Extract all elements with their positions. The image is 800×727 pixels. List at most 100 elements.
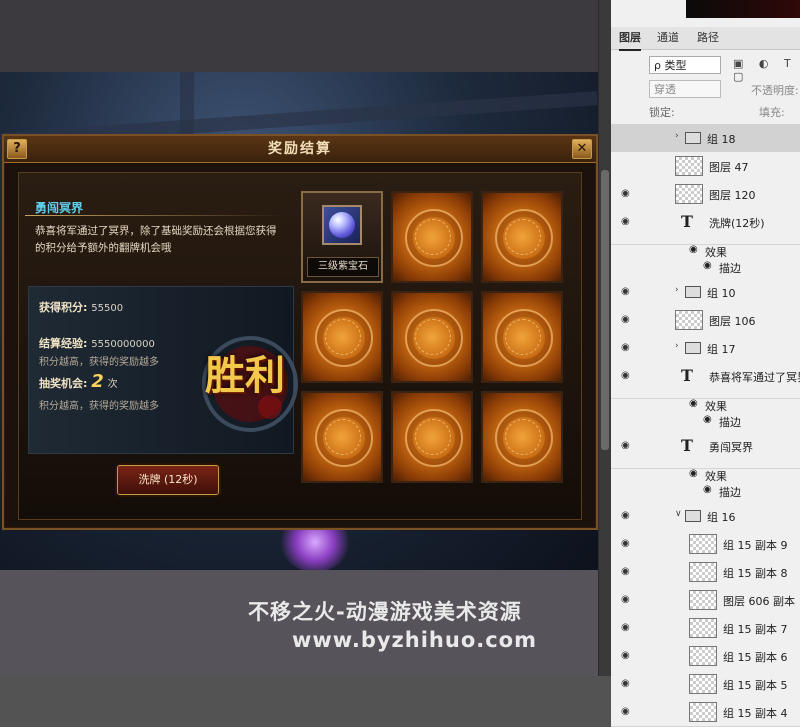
exp-row: 结算经验: 5550000000 bbox=[39, 335, 155, 351]
stroke-effect-label: 描边 bbox=[719, 262, 741, 275]
visibility-eye-icon[interactable]: ◉ bbox=[621, 594, 630, 605]
folder-icon bbox=[685, 132, 701, 144]
scroll-thumb[interactable] bbox=[601, 170, 609, 450]
card-back[interactable] bbox=[481, 291, 563, 383]
chevron-right-icon[interactable]: › bbox=[675, 341, 679, 351]
layer-name: 洗牌(12秒) bbox=[709, 217, 765, 230]
reward-card-revealed[interactable]: 三级紫宝石 bbox=[301, 191, 383, 283]
layer-row[interactable]: ◉ T 恭喜将军通过了冥界 bbox=[611, 362, 800, 399]
layer-row[interactable]: ◉ ∨ 组 16 bbox=[611, 502, 800, 531]
layer-row[interactable]: ◉ 组 15 副本 7 bbox=[611, 614, 800, 643]
stroke-effect-row[interactable]: ◉ 描边 bbox=[611, 260, 800, 276]
layer-row[interactable]: ◉ 组 15 副本 9 bbox=[611, 530, 800, 559]
layer-name: 组 15 副本 9 bbox=[723, 539, 788, 552]
effects-label: 效果 bbox=[705, 400, 727, 413]
visibility-eye-icon[interactable]: ◉ bbox=[621, 314, 630, 325]
dialog-content: 勇闯冥界 恭喜将军通过了冥界，除了基础奖励还会根据您获得的积分给予额外的翻牌机会… bbox=[18, 172, 582, 520]
close-button[interactable]: ✕ bbox=[572, 139, 592, 159]
layer-row[interactable]: ◉ 图层 120 bbox=[611, 180, 800, 209]
tab-layers[interactable]: 图层 bbox=[619, 27, 641, 51]
layer-row[interactable]: ◉ T 洗牌(12秒) bbox=[611, 208, 800, 245]
layer-name: 组 15 副本 8 bbox=[723, 567, 788, 580]
card-back[interactable] bbox=[391, 391, 473, 483]
chevron-right-icon[interactable]: › bbox=[675, 285, 679, 295]
layer-name: 勇闯冥界 bbox=[709, 441, 753, 454]
chance-label: 抽奖机会: bbox=[39, 377, 88, 390]
layer-effects-row[interactable]: ◉ 效果 bbox=[611, 244, 800, 260]
layer-row[interactable]: ◉ › 组 17 bbox=[611, 334, 800, 363]
layer-row[interactable]: ◉ 图层 106 bbox=[611, 306, 800, 335]
visibility-eye-icon[interactable]: ◉ bbox=[621, 216, 630, 227]
dialog-title: 奖励结算 bbox=[268, 141, 332, 157]
info-panel: 勇闯冥界 恭喜将军通过了冥界，除了基础奖励还会根据您获得的积分给予额外的翻牌机会… bbox=[25, 179, 298, 513]
layer-name: 组 15 副本 5 bbox=[723, 679, 788, 692]
tab-channels[interactable]: 通道 bbox=[657, 27, 679, 49]
filter-icons[interactable]: ▣ ◐ T ▢ bbox=[733, 57, 800, 83]
layer-row[interactable]: ◉ 组 15 副本 8 bbox=[611, 558, 800, 587]
layer-name: 图层 47 bbox=[709, 161, 749, 174]
layer-thumbnail bbox=[675, 156, 703, 176]
layer-row[interactable]: ◉ 组 15 副本 4 bbox=[611, 698, 800, 727]
visibility-eye-icon[interactable]: ◉ bbox=[621, 510, 630, 521]
panel-tabs: 图层 通道 路径 bbox=[611, 27, 800, 51]
card-back[interactable] bbox=[301, 391, 383, 483]
visibility-eye-icon[interactable]: ◉ bbox=[621, 440, 630, 451]
visibility-eye-icon[interactable]: ◉ bbox=[621, 678, 630, 689]
visibility-eye-icon[interactable]: ◉ bbox=[621, 286, 630, 297]
tab-paths[interactable]: 路径 bbox=[697, 27, 719, 49]
layer-thumbnail bbox=[689, 618, 717, 638]
layer-name: 组 15 副本 7 bbox=[723, 623, 788, 636]
canvas-scrollbar[interactable] bbox=[598, 0, 611, 676]
visibility-eye-icon[interactable]: ◉ bbox=[689, 398, 698, 409]
layer-thumbnail bbox=[689, 534, 717, 554]
layer-name: 组 17 bbox=[707, 343, 736, 356]
watermark-title: 不移之火-动漫游戏美术资源 bbox=[248, 600, 522, 624]
score-label: 获得积分: bbox=[39, 301, 88, 314]
visibility-eye-icon[interactable]: ◉ bbox=[621, 538, 630, 549]
layer-name: 组 15 副本 6 bbox=[723, 651, 788, 664]
visibility-eye-icon[interactable]: ◉ bbox=[689, 244, 698, 255]
text-layer-icon: T bbox=[681, 436, 693, 455]
shuffle-button[interactable]: 洗牌 (12秒) bbox=[117, 465, 219, 495]
chance-row: 抽奖机会: 2 次 bbox=[39, 371, 118, 392]
card-back[interactable] bbox=[481, 191, 563, 283]
visibility-eye-icon[interactable]: ◉ bbox=[621, 622, 630, 633]
visibility-eye-icon[interactable]: ◉ bbox=[703, 260, 712, 271]
layer-thumbnail bbox=[689, 590, 717, 610]
chevron-down-icon[interactable]: ∨ bbox=[675, 509, 682, 519]
text-layer-icon: T bbox=[681, 212, 693, 231]
card-back[interactable] bbox=[391, 191, 473, 283]
card-back[interactable] bbox=[391, 291, 473, 383]
layer-name: 图层 120 bbox=[709, 189, 756, 202]
blend-mode-select[interactable]: 穿透 bbox=[649, 80, 721, 98]
layer-row[interactable]: ◉ › 组 10 bbox=[611, 278, 800, 307]
help-button[interactable]: ? bbox=[7, 139, 27, 159]
layer-effects-row[interactable]: ◉ 效果 bbox=[611, 398, 800, 414]
card-back[interactable] bbox=[481, 391, 563, 483]
visibility-eye-icon[interactable]: ◉ bbox=[621, 370, 630, 381]
visibility-eye-icon[interactable]: ◉ bbox=[689, 468, 698, 479]
card-back[interactable] bbox=[301, 291, 383, 383]
stroke-effect-row[interactable]: ◉ 描边 bbox=[611, 484, 800, 500]
layer-row[interactable]: ◉ 组 15 副本 6 bbox=[611, 642, 800, 671]
visibility-eye-icon[interactable]: ◉ bbox=[621, 566, 630, 577]
chance-note: 积分越高，获得的奖励越多 bbox=[39, 401, 159, 412]
chevron-right-icon[interactable]: › bbox=[675, 131, 679, 141]
visibility-eye-icon[interactable]: ◉ bbox=[621, 342, 630, 353]
lock-label: 锁定: bbox=[649, 106, 675, 119]
layer-row[interactable]: 图层 47 bbox=[611, 152, 800, 181]
visibility-eye-icon[interactable]: ◉ bbox=[703, 414, 712, 425]
layer-effects-row[interactable]: ◉ 效果 bbox=[611, 468, 800, 484]
layer-row[interactable]: ◉ 图层 606 副本 bbox=[611, 586, 800, 615]
visibility-eye-icon[interactable]: ◉ bbox=[703, 484, 712, 495]
layer-row[interactable]: ◉ T 勇闯冥界 bbox=[611, 432, 800, 469]
fill-label: 填充: bbox=[759, 106, 785, 119]
visibility-eye-icon[interactable]: ◉ bbox=[621, 706, 630, 717]
layer-filter-select[interactable]: ρ 类型 bbox=[649, 56, 721, 74]
stroke-effect-row[interactable]: ◉ 描边 bbox=[611, 414, 800, 430]
layer-row[interactable]: › 组 18 bbox=[611, 124, 800, 153]
visibility-eye-icon[interactable]: ◉ bbox=[621, 188, 630, 199]
visibility-eye-icon[interactable]: ◉ bbox=[621, 650, 630, 661]
layer-row[interactable]: ◉ 组 15 副本 5 bbox=[611, 670, 800, 699]
document-canvas[interactable]: 奖励结算 ? ✕ 勇闯冥界 恭喜将军通过了冥界，除了基础奖励还会根据您获得的积分… bbox=[0, 0, 598, 676]
